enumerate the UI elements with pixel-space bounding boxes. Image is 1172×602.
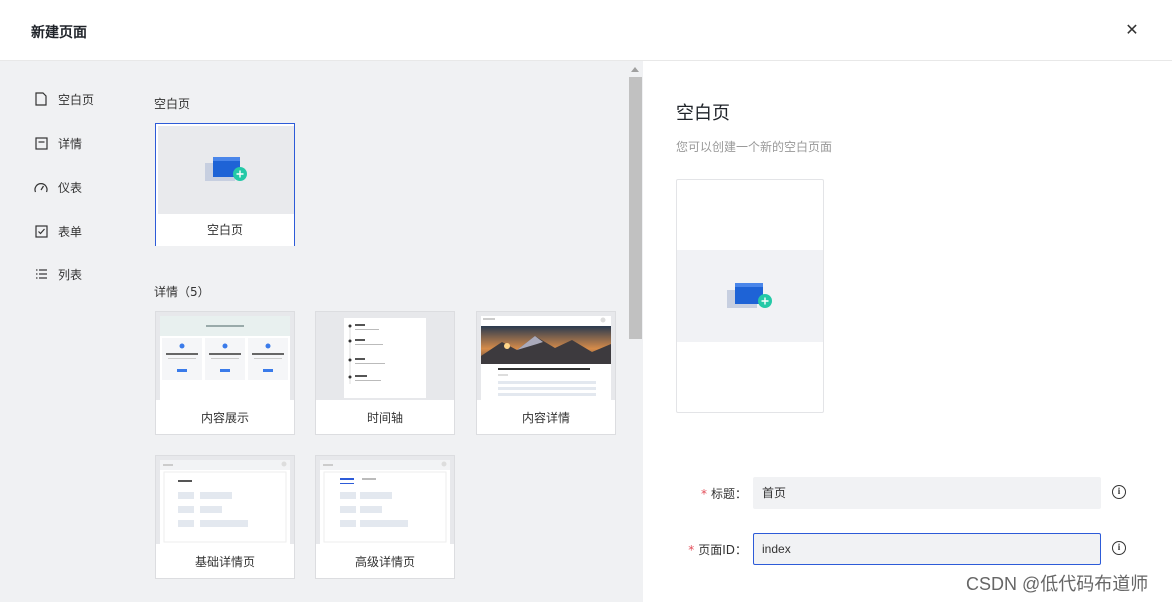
sidebar-item-blank[interactable]: 空白页 xyxy=(34,89,94,109)
template-card-timeline[interactable]: 时间轴 xyxy=(315,311,455,435)
sidebar-item-list[interactable]: 列表 xyxy=(34,264,82,284)
template-card-label: 时间轴 xyxy=(316,402,454,434)
title-field: * 标题： xyxy=(643,477,753,509)
new-page-dialog: 新建页面 ✕ 空白页 详情 仪表 表单 列表 空白页 空白页 详情（5） 内容展… xyxy=(0,0,1172,602)
sidebar-item-form[interactable]: 表单 xyxy=(34,221,82,241)
template-scrollbar[interactable] xyxy=(628,61,643,602)
template-card-content-display[interactable]: 内容展示 xyxy=(155,311,295,435)
detail-icon xyxy=(34,136,48,150)
list-icon xyxy=(34,267,48,281)
sidebar-item-detail[interactable]: 详情 xyxy=(34,133,82,153)
title-label: * 标题： xyxy=(701,485,747,502)
dashboard-icon xyxy=(34,180,48,194)
info-icon[interactable]: i xyxy=(1112,485,1126,499)
title-label-text: 标题： xyxy=(710,487,747,501)
required-mark: * xyxy=(700,487,707,501)
sidebar-item-label: 列表 xyxy=(58,267,83,282)
template-card-advanced-detail[interactable]: 高级详情页 xyxy=(315,455,455,579)
dialog-header: 新建页面 ✕ xyxy=(0,0,1172,61)
blank-page-icon xyxy=(205,157,247,181)
watermark: CSDN @低代码布道师 xyxy=(966,574,1149,594)
blank-page-icon xyxy=(727,283,772,308)
section-title-detail: 详情（5） xyxy=(154,285,210,299)
file-icon xyxy=(34,92,48,106)
page-id-field: * 页面ID： xyxy=(643,533,753,565)
sidebar-item-label: 表单 xyxy=(58,224,83,239)
template-thumbnail xyxy=(477,312,615,400)
page-id-input[interactable]: index xyxy=(753,533,1101,565)
title-input[interactable]: 首页 xyxy=(753,477,1101,509)
preview-panel: 空白页 您可以创建一个新的空白页面 * 标题： 首页 i * 页面ID： index… xyxy=(643,61,1172,602)
section-title-blank: 空白页 xyxy=(154,97,191,111)
template-thumbnail xyxy=(158,126,294,214)
template-thumbnail xyxy=(156,312,294,400)
checkbox-icon xyxy=(34,224,48,238)
page-id-label-text: 页面ID： xyxy=(698,543,747,557)
page-id-label: * 页面ID： xyxy=(688,541,747,558)
preview-band xyxy=(677,250,823,342)
template-panel: 空白页 详情 仪表 表单 列表 空白页 空白页 详情（5） 内容展示 时间轴 内… xyxy=(0,61,643,602)
template-card-label: 高级详情页 xyxy=(316,546,454,578)
sidebar-item-dashboard[interactable]: 仪表 xyxy=(34,177,82,197)
sidebar-item-label: 空白页 xyxy=(58,92,95,107)
preview-title: 空白页 xyxy=(676,103,730,124)
scrollbar-thumb[interactable] xyxy=(629,77,642,339)
scroll-up-arrow-icon[interactable] xyxy=(631,67,639,72)
template-card-label: 空白页 xyxy=(156,214,294,246)
info-icon[interactable]: i xyxy=(1112,541,1126,555)
template-card-label: 基础详情页 xyxy=(156,546,294,578)
template-card-blank[interactable]: 空白页 xyxy=(155,123,295,246)
template-thumbnail xyxy=(156,456,294,544)
template-card-label: 内容展示 xyxy=(156,402,294,434)
template-card-basic-detail[interactable]: 基础详情页 xyxy=(155,455,295,579)
template-thumbnail xyxy=(316,456,454,544)
template-card-label: 内容详情 xyxy=(477,402,615,434)
dialog-title: 新建页面 xyxy=(31,25,87,41)
preview-description: 您可以创建一个新的空白页面 xyxy=(676,140,833,154)
close-icon[interactable]: ✕ xyxy=(1124,21,1140,39)
required-mark: * xyxy=(688,543,695,557)
sidebar-item-label: 详情 xyxy=(58,136,83,151)
sidebar-item-label: 仪表 xyxy=(58,180,83,195)
template-thumbnail xyxy=(316,312,454,400)
preview-thumbnail xyxy=(676,179,824,413)
template-card-content-detail[interactable]: 内容详情 xyxy=(476,311,616,435)
